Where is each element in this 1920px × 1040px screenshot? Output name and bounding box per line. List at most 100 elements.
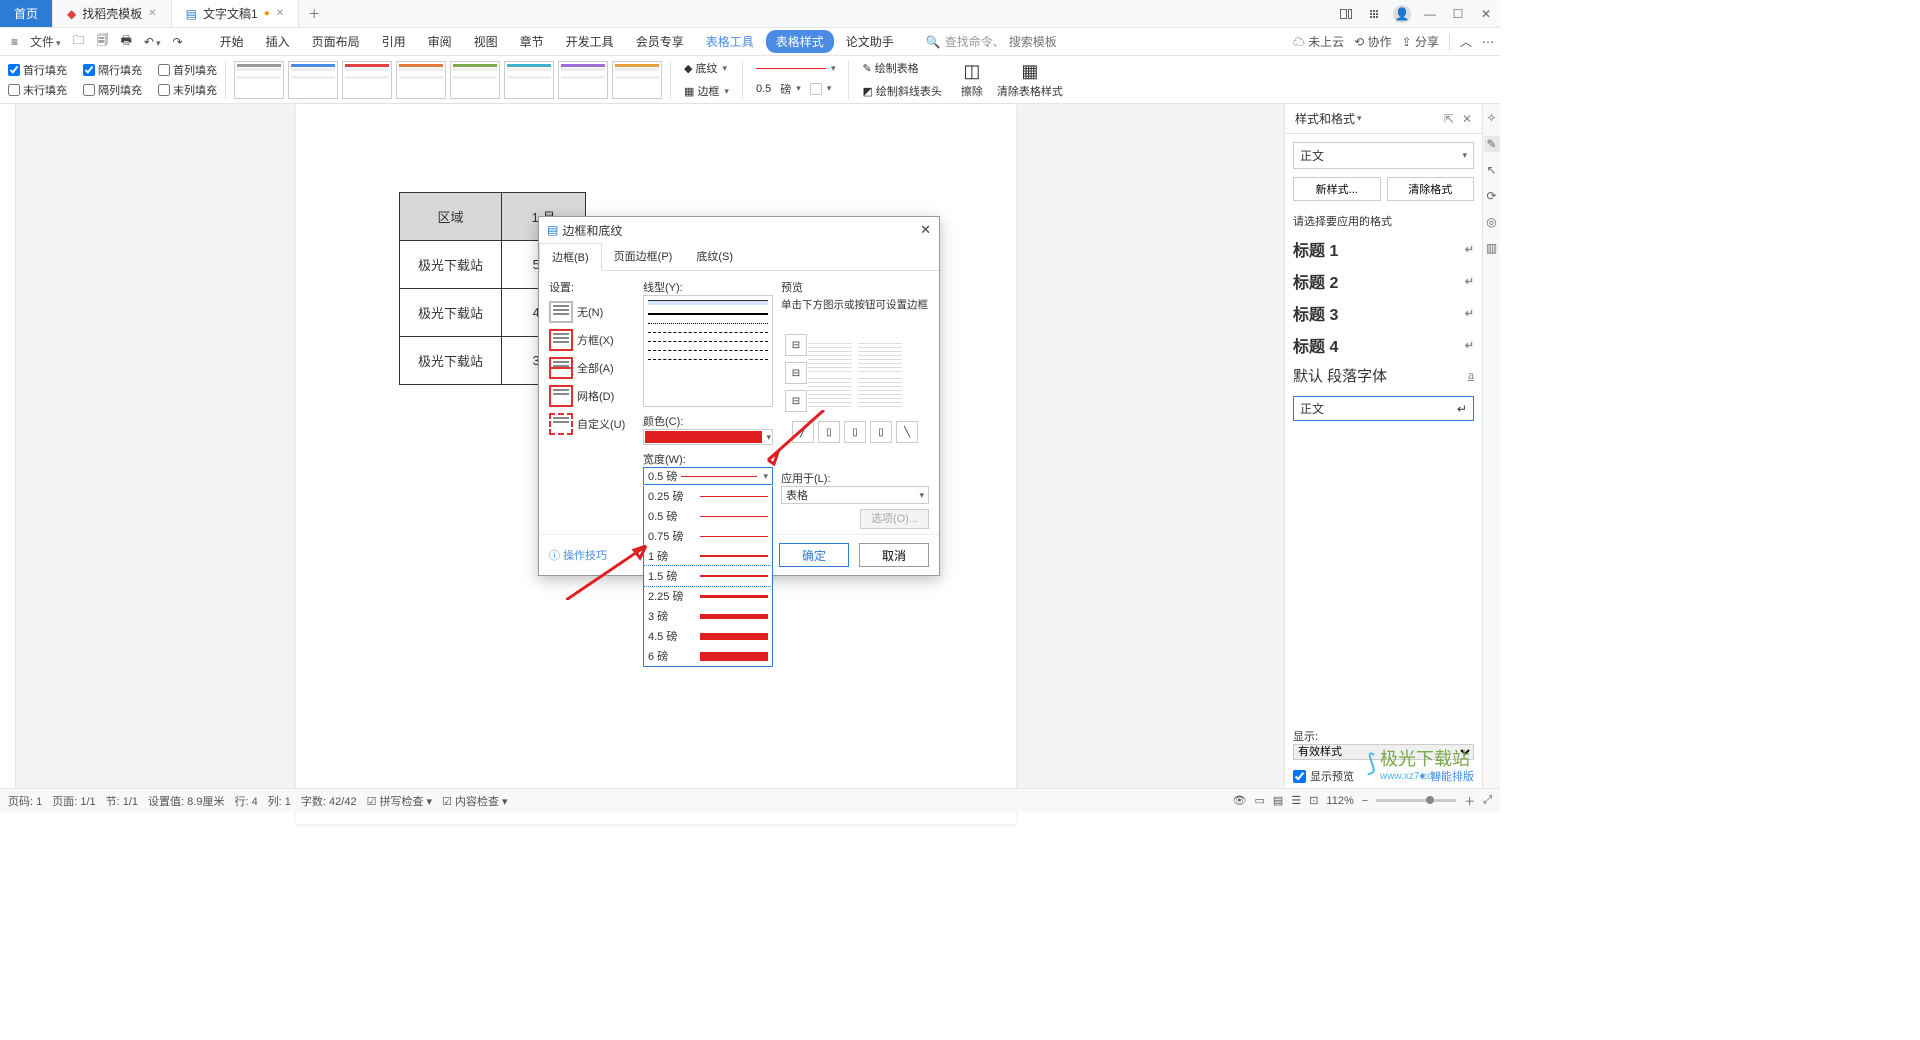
selected-style-box[interactable]: 正文↵ (1293, 396, 1474, 421)
contentcheck-toggle[interactable]: ☑ 内容检查 ▾ (442, 793, 508, 809)
tab-templates[interactable]: ◆ 找稻壳模板 ✕ (53, 0, 172, 27)
user-avatar-icon[interactable]: 👤 (1393, 5, 1411, 23)
width-option[interactable]: 1.5 磅 (644, 566, 772, 586)
border-width-select[interactable]: 0.5 磅▾ ▾ (751, 79, 841, 99)
coop-button[interactable]: ⟲ 协作 (1354, 33, 1391, 50)
tab-document[interactable]: ▤ 文字文稿1 ● ✕ (172, 0, 299, 27)
zoom-out-icon[interactable]: − (1362, 795, 1368, 807)
menu-审阅[interactable]: 审阅 (418, 30, 462, 53)
draw-table-button[interactable]: ✎ 绘制表格 (857, 58, 946, 78)
clear-style-button[interactable]: ▦清除表格样式 (997, 61, 1063, 99)
setting-all[interactable]: 全部(A) (549, 357, 635, 379)
table-style-swatch[interactable] (504, 61, 554, 99)
pv-right-btn[interactable]: ▯ (870, 421, 892, 443)
width-option[interactable]: 0.75 磅 (644, 526, 772, 546)
color-select[interactable]: ▾ (643, 429, 773, 445)
redo-icon[interactable]: ↷ (168, 32, 188, 52)
apply-select[interactable]: 表格▾ (781, 486, 929, 504)
file-menu[interactable]: 文件▾ (25, 30, 66, 53)
shading-button[interactable]: ◆ 底纹▾ (679, 58, 734, 78)
menu-章节[interactable]: 章节 (510, 30, 554, 53)
window-close[interactable]: ✕ (1472, 0, 1500, 28)
chk-banded-row[interactable]: 隔行填充 (83, 62, 142, 78)
menu-开始[interactable]: 开始 (210, 30, 254, 53)
style-item[interactable]: 标题 4↵ (1293, 329, 1474, 361)
table-style-swatch[interactable] (396, 61, 446, 99)
width-option[interactable]: 2.25 磅 (644, 586, 772, 606)
menu-页面布局[interactable]: 页面布局 (302, 30, 370, 53)
width-option[interactable]: 6 磅 (644, 646, 772, 666)
close-panel-icon[interactable]: ✕ (1462, 112, 1472, 126)
expand-icon[interactable]: ⤢ (1483, 794, 1492, 807)
zoom-in-icon[interactable]: ＋ (1464, 793, 1475, 809)
window-minimize[interactable]: — (1416, 0, 1444, 28)
dlg-tab-shading[interactable]: 底纹(S) (684, 243, 745, 270)
table-style-swatch[interactable] (288, 61, 338, 99)
brush-icon[interactable]: ✎ (1484, 136, 1500, 152)
table-style-swatch[interactable] (612, 61, 662, 99)
layout-icon[interactable]: ▥ (1484, 240, 1500, 256)
ok-button[interactable]: 确定 (779, 543, 849, 567)
chk-banded-col[interactable]: 隔列填充 (83, 82, 142, 98)
pv-bot-btn[interactable]: ⊟ (785, 390, 807, 412)
linetype-list[interactable] (643, 295, 773, 407)
cancel-button[interactable]: 取消 (859, 543, 929, 567)
table-style-swatch[interactable] (342, 61, 392, 99)
border-style-select[interactable]: ▾ (751, 61, 841, 76)
width-option[interactable]: 3 磅 (644, 606, 772, 626)
fit-icon[interactable]: ⊡ (1309, 794, 1318, 807)
close-icon[interactable]: ✕ (276, 8, 284, 19)
chk-first-row[interactable]: 首行填充 (8, 62, 67, 78)
save-icon[interactable]: 🗀 (68, 28, 90, 55)
window-maximize[interactable]: ☐ (1444, 0, 1472, 28)
chk-first-col[interactable]: 首列填充 (158, 62, 217, 78)
share-button[interactable]: ⇪ 分享 (1402, 33, 1439, 50)
new-style-button[interactable]: 新样式... (1293, 177, 1381, 201)
pv-top-btn[interactable]: ⊟ (785, 334, 807, 356)
width-option[interactable]: 4.5 磅 (644, 626, 772, 646)
spellcheck-toggle[interactable]: ☑ 拼写检查 ▾ (367, 793, 433, 809)
cloud-status[interactable]: ☁ 未上云 (1293, 33, 1344, 50)
current-style-select[interactable]: 正文▾ (1293, 142, 1474, 169)
menu-视图[interactable]: 视图 (464, 30, 508, 53)
table-style-swatch[interactable] (450, 61, 500, 99)
chk-last-row[interactable]: 末行填充 (8, 82, 67, 98)
pin-icon[interactable]: ⇱ (1444, 112, 1454, 126)
style-item[interactable]: 标题 2↵ (1293, 265, 1474, 297)
menu-引用[interactable]: 引用 (372, 30, 416, 53)
dlg-tab-pageborder[interactable]: 页面边框(P) (602, 243, 685, 270)
zoom-value[interactable]: 112% (1326, 795, 1353, 807)
table-style-swatch[interactable] (234, 61, 284, 99)
setting-box[interactable]: 方框(X) (549, 329, 635, 351)
menu-开发工具[interactable]: 开发工具 (556, 30, 624, 53)
reader-view-icon[interactable] (1332, 0, 1360, 28)
view-web-icon[interactable]: ▤ (1273, 794, 1283, 807)
search-input[interactable] (1009, 35, 1129, 49)
width-select[interactable]: 0.5 磅▾ 0.25 磅0.5 磅0.75 磅1 磅1.5 磅2.25 磅3 … (643, 467, 773, 485)
width-option[interactable]: 0.25 磅 (644, 486, 772, 506)
tab-home[interactable]: 首页 (0, 0, 53, 27)
dlg-tab-border[interactable]: 边框(B) (539, 243, 602, 271)
toolbar-more-icon[interactable]: ⋯ (1482, 35, 1494, 49)
menu-论文助手[interactable]: 论文助手 (836, 30, 904, 53)
setting-grid[interactable]: 网格(D) (549, 385, 635, 407)
view-page-icon[interactable]: ▭ (1255, 794, 1265, 807)
apps-icon[interactable] (1360, 0, 1388, 28)
menu-icon[interactable]: ≡ (6, 32, 23, 52)
clear-format-button[interactable]: 清除格式 (1387, 177, 1475, 201)
menu-会员专享[interactable]: 会员专享 (626, 30, 694, 53)
setting-custom[interactable]: 自定义(U) (549, 413, 635, 435)
location-icon[interactable]: ◎ (1484, 214, 1500, 230)
menu-表格工具[interactable]: 表格工具 (696, 30, 764, 53)
eye-icon[interactable]: 👁 (1233, 794, 1247, 807)
dialog-close-icon[interactable]: ✕ (920, 222, 931, 238)
menu-插入[interactable]: 插入 (256, 30, 300, 53)
ai-icon[interactable]: ✧ (1484, 110, 1500, 126)
refresh-icon[interactable]: ⟳ (1484, 188, 1500, 204)
toolbar-dropdown-icon[interactable]: ︿ (1460, 33, 1472, 50)
width-option[interactable]: 0.5 磅 (644, 506, 772, 526)
print-preview-icon[interactable]: 🖶 (116, 28, 137, 55)
border-button[interactable]: ▦ 边框▾ (679, 81, 734, 101)
eraser-button[interactable]: ◫擦除 (961, 61, 983, 99)
style-item[interactable]: 标题 3↵ (1293, 297, 1474, 329)
